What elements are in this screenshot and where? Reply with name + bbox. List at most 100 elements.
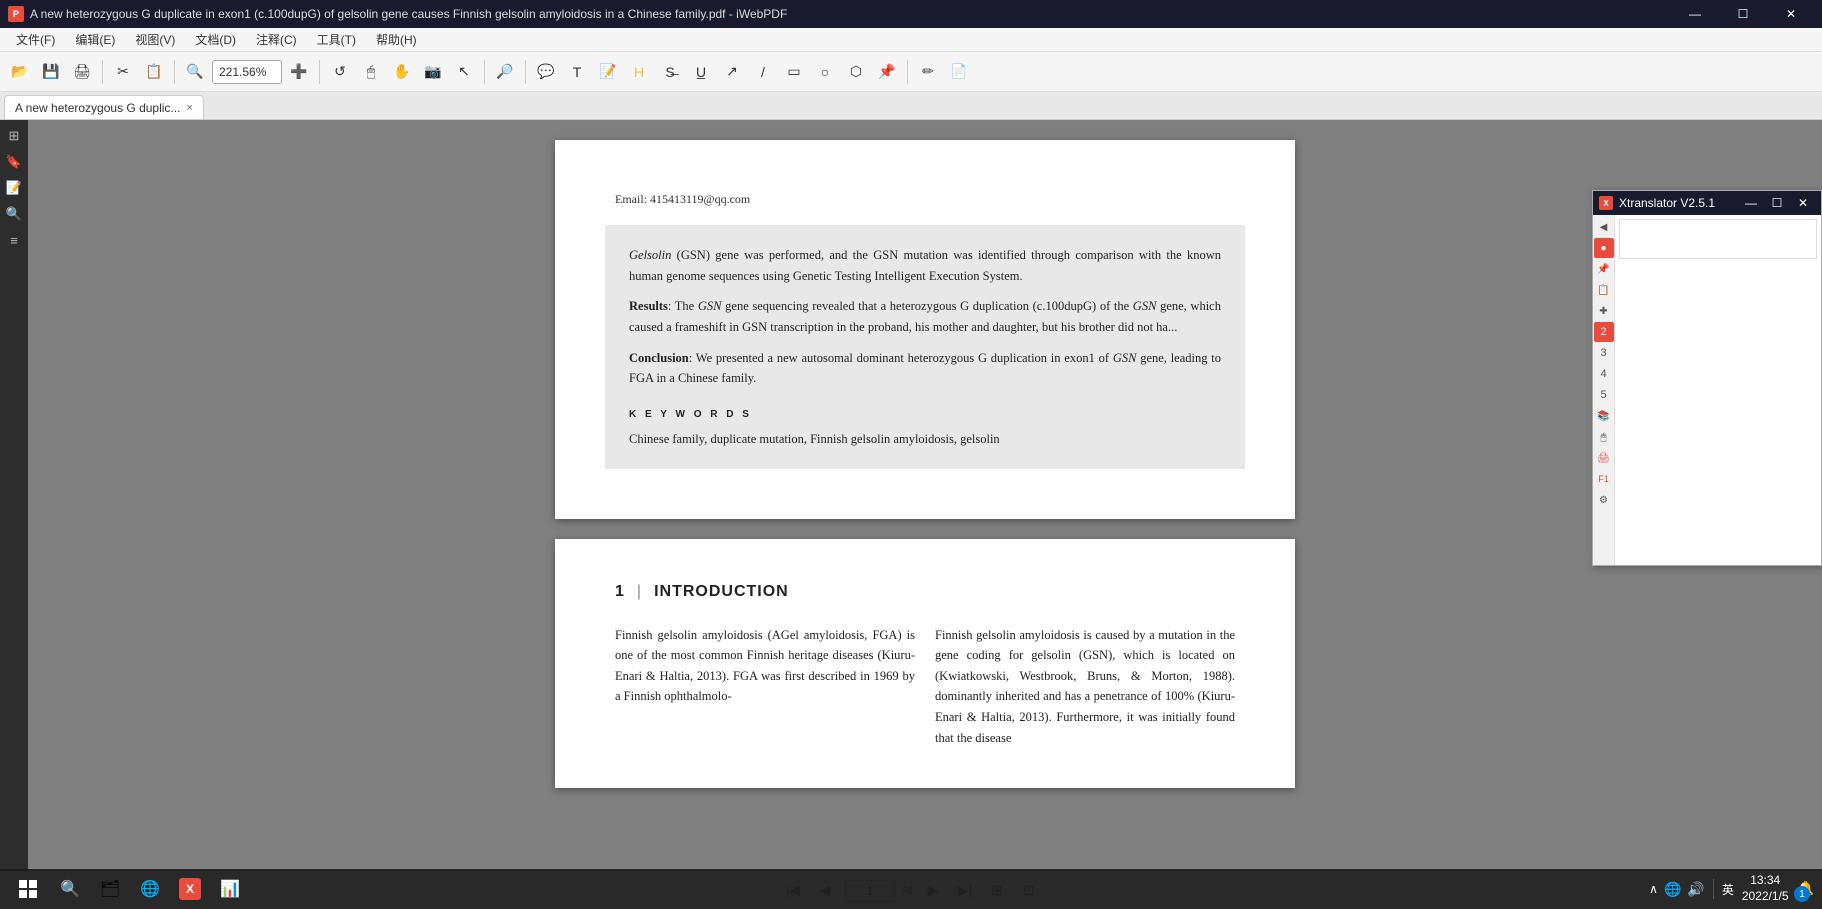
taskbar-powerpoint[interactable]: 📊 xyxy=(212,871,248,907)
close-button[interactable]: ✕ xyxy=(1768,0,1814,28)
sidebar-bookmark[interactable]: 🔖 xyxy=(2,150,26,174)
save-button[interactable]: 💾 xyxy=(37,58,65,86)
snapshot-button[interactable]: 📷 xyxy=(419,58,447,86)
toolbar: 📂 💾 🖨 ✂ 📋 🔍 221.56% ➕ ↺ 🖱 ✋ 📷 ↖ 🔎 💬 T 📝 … xyxy=(0,52,1822,92)
left-sidebar: ⊞ 🔖 📝 🔍 ≡ xyxy=(0,120,28,871)
start-button[interactable] xyxy=(8,871,48,907)
taskbar-edge[interactable]: 🌐 xyxy=(132,871,168,907)
xt-num1-button[interactable]: 2 xyxy=(1594,322,1614,342)
line-button[interactable]: / xyxy=(749,58,777,86)
xtranslator-content[interactable] xyxy=(1615,215,1821,565)
callout-button[interactable]: 📝 xyxy=(594,58,622,86)
section-pipe: | xyxy=(637,579,642,605)
rect-button[interactable]: ▭ xyxy=(780,58,808,86)
pdf-page-abstract: Email: 415413119@qq.com Gelsolin (GSN) g… xyxy=(555,140,1295,519)
xt-maximize-button[interactable]: ☐ xyxy=(1765,191,1789,215)
menu-edit[interactable]: 编辑(E) xyxy=(67,29,123,50)
pan-button[interactable]: ✋ xyxy=(388,58,416,86)
section-number: 1 xyxy=(615,579,625,605)
maximize-button[interactable]: ☐ xyxy=(1720,0,1766,28)
textbox-button[interactable]: T xyxy=(563,58,591,86)
rotate-button[interactable]: ↺ xyxy=(326,58,354,86)
abstract-section: Gelsolin (GSN) gene was performed, and t… xyxy=(605,225,1245,469)
keywords-text: Chinese family, duplicate mutation, Finn… xyxy=(629,429,1221,449)
xt-book-button[interactable]: 📚 xyxy=(1594,406,1614,426)
menu-annotate[interactable]: 注释(C) xyxy=(248,29,305,50)
stamp-button[interactable]: 📌 xyxy=(873,58,901,86)
windows-taskbar: 🔍 🗂 🌐 X 📊 ∧ 🌐 🔊 英 13:34 2022/1/5 🔔 1 xyxy=(0,869,1822,909)
open-button[interactable]: 📂 xyxy=(6,58,34,86)
taskbar-explorer[interactable]: 🗂 xyxy=(92,871,128,907)
gsn-italic-2: GSN xyxy=(698,299,722,313)
taskbar-search-button[interactable]: 🔍 xyxy=(52,871,88,907)
zoom-in-button[interactable]: ➕ xyxy=(285,58,313,86)
menu-help[interactable]: 帮助(H) xyxy=(368,29,425,50)
menu-file[interactable]: 文件(F) xyxy=(8,29,63,50)
minimize-button[interactable]: — xyxy=(1672,0,1718,28)
xt-settings-button[interactable]: ⚙ xyxy=(1594,490,1614,510)
xtranslator-input[interactable] xyxy=(1619,219,1817,259)
menu-view[interactable]: 视图(V) xyxy=(127,29,183,50)
keywords-section: K E Y W O R D S Chinese family, duplicat… xyxy=(629,407,1221,449)
copy-button[interactable]: 📋 xyxy=(140,58,168,86)
explorer-icon: 🗂 xyxy=(99,878,121,900)
menu-tools[interactable]: 工具(T) xyxy=(309,29,364,50)
edit-pdf-button[interactable]: ✏ xyxy=(914,58,942,86)
sidebar-annotation[interactable]: 📝 xyxy=(2,176,26,200)
xt-num2-button[interactable]: 3 xyxy=(1594,343,1614,363)
xt-close-button[interactable]: ✕ xyxy=(1791,191,1815,215)
zoom-out-button[interactable]: 🔍 xyxy=(181,58,209,86)
poly-button[interactable]: ⬡ xyxy=(842,58,870,86)
section-header-1: 1 | INTRODUCTION xyxy=(615,579,1235,605)
notification-area[interactable]: 🔔 1 xyxy=(1797,880,1814,898)
xt-num4-button[interactable]: 5 xyxy=(1594,385,1614,405)
xt-print-button[interactable]: 🖨 xyxy=(1594,448,1614,468)
underline-button[interactable]: U̲ xyxy=(687,58,715,86)
title-bar: P A new heterozygous G duplicate in exon… xyxy=(0,0,1822,28)
xt-minimize-button[interactable]: — xyxy=(1739,191,1763,215)
sidebar-search[interactable]: 🔍 xyxy=(2,202,26,226)
intro-text-right: Finnish gelsolin amyloidosis is caused b… xyxy=(935,625,1235,749)
network-icon: 🌐 xyxy=(1664,881,1681,898)
tab-close-button[interactable]: × xyxy=(186,102,192,114)
xt-hide-button[interactable]: ◀ xyxy=(1594,217,1614,237)
print-button[interactable]: 🖨 xyxy=(68,58,96,86)
xtranslator-controls: — ☐ ✕ xyxy=(1739,191,1815,215)
strikethrough-button[interactable]: S̶ xyxy=(656,58,684,86)
highlight-button[interactable]: H xyxy=(625,58,653,86)
clock-date: 2022/1/5 xyxy=(1742,889,1789,905)
clock[interactable]: 13:34 2022/1/5 xyxy=(1742,873,1789,904)
email-line: Email: 415413119@qq.com xyxy=(615,190,1235,209)
pdf-container[interactable]: Email: 415413119@qq.com Gelsolin (GSN) g… xyxy=(28,120,1822,871)
abstract-para-results: Results: The GSN gene sequencing reveale… xyxy=(629,296,1221,337)
select-button[interactable]: 🖱 xyxy=(357,58,385,86)
arrow-button[interactable]: ↗ xyxy=(718,58,746,86)
cursor-button[interactable]: ↖ xyxy=(450,58,478,86)
xt-pin-button[interactable]: 📌 xyxy=(1594,259,1614,279)
title-bar-left: P A new heterozygous G duplicate in exon… xyxy=(8,6,787,22)
language-indicator[interactable]: 英 xyxy=(1722,881,1734,898)
main-area: ⊞ 🔖 📝 🔍 ≡ Email: 415413119@qq.com Gelsol… xyxy=(0,120,1822,871)
xt-f1-button[interactable]: F1 xyxy=(1594,469,1614,489)
pdf-tab[interactable]: A new heterozygous G duplic... × xyxy=(4,95,204,119)
sidebar-layers[interactable]: ≡ xyxy=(2,228,26,252)
zoom-input[interactable]: 221.56% xyxy=(212,60,282,84)
taskbar-pdf[interactable]: X xyxy=(172,871,208,907)
window-controls: — ☐ ✕ xyxy=(1672,0,1814,28)
xtranslator-titlebar: X Xtranslator V2.5.1 — ☐ ✕ xyxy=(1593,191,1821,215)
xt-mouse-button[interactable]: 🖱 xyxy=(1594,427,1614,447)
comment-button[interactable]: 💬 xyxy=(532,58,560,86)
xt-add-button[interactable]: ✚ xyxy=(1594,301,1614,321)
cut-button[interactable]: ✂ xyxy=(109,58,137,86)
xt-red-button[interactable]: ● xyxy=(1594,238,1614,258)
edge-icon: 🌐 xyxy=(139,878,161,900)
circle-button[interactable]: ○ xyxy=(811,58,839,86)
xt-num3-button[interactable]: 4 xyxy=(1594,364,1614,384)
sidebar-thumbnail[interactable]: ⊞ xyxy=(2,124,26,148)
menu-document[interactable]: 文档(D) xyxy=(187,29,244,50)
ocr-button[interactable]: 📄 xyxy=(945,58,973,86)
xt-copy-button[interactable]: 📋 xyxy=(1594,280,1614,300)
xtranslator-title-left: X Xtranslator V2.5.1 xyxy=(1599,196,1715,210)
section-title: INTRODUCTION xyxy=(654,579,789,605)
search-button[interactable]: 🔎 xyxy=(491,58,519,86)
